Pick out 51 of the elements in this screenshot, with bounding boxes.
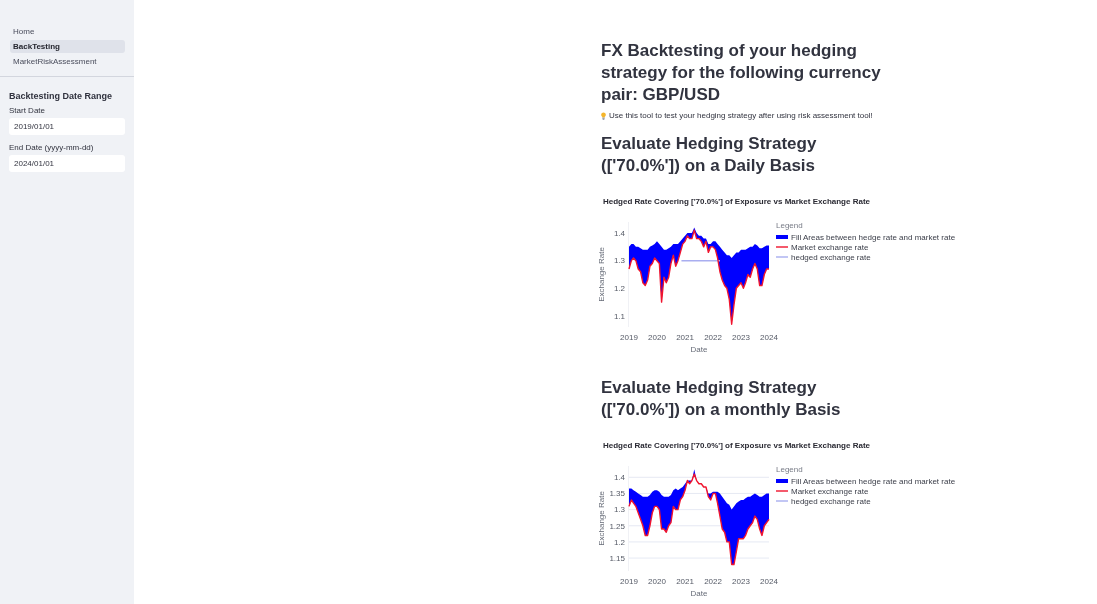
legend-title: Legend: [776, 465, 803, 474]
legend-swatch-icon: [776, 479, 788, 483]
x-tick-label: 2023: [732, 333, 750, 342]
chart-title: Hedged Rate Covering ['70.0%'] of Exposure vs Market Exchange Rate: [603, 441, 870, 450]
nav-link[interactable]: Home: [10, 25, 125, 38]
legend-label: Market exchange rate: [791, 486, 869, 496]
y-tick-label: 1.2: [613, 284, 625, 294]
y-tick-label: 1.2: [613, 537, 625, 547]
y-tick-label: 1.3: [613, 256, 625, 266]
x-tick-label: 2019: [620, 333, 638, 342]
date-field[interactable]: 2019/01/01: [9, 118, 125, 135]
y-tick-label: 1.25: [609, 521, 625, 531]
x-tick-label: 2024: [760, 577, 778, 586]
section-title: Backtesting Date Range: [9, 91, 114, 102]
y-tick-label: 1.4: [613, 473, 625, 483]
legend-label: hedged exchange rate: [791, 252, 871, 262]
field-label: End Date (yyyy-mm-dd): [9, 143, 95, 153]
y-tick-label: 1.35: [609, 489, 625, 499]
caption-text: Use this tool to test your hedging strategy after using risk assessment tool!: [609, 111, 873, 121]
y-tick-label: 1.15: [609, 553, 625, 563]
legend-label: Fill Areas between hedge rate and market rate: [791, 476, 956, 486]
x-tick-label: 2023: [732, 577, 750, 586]
chart-title: Hedged Rate Covering ['70.0%'] of Exposure vs Market Exchange Rate: [603, 197, 870, 206]
nav-link[interactable]: MarketRiskAssessment: [10, 55, 125, 68]
date-field[interactable]: 2024/01/01: [9, 155, 125, 172]
page-title: FX Backtesting of your hedging strategy for the following currency pair: GBP/USD: [601, 40, 882, 106]
y-axis-title: Exchange Rate: [597, 491, 606, 546]
legend-swatch-icon: [776, 235, 788, 239]
y-tick-label: 1.4: [613, 228, 625, 238]
y-tick-label: 1.1: [613, 311, 625, 321]
x-tick-label: 2022: [704, 577, 722, 586]
x-tick-label: 2021: [676, 577, 694, 586]
x-tick-label: 2022: [704, 333, 722, 342]
legend-label: Fill Areas between hedge rate and market rate: [791, 232, 956, 242]
x-tick-label: 2020: [648, 577, 666, 586]
x-tick-label: 2021: [676, 333, 694, 342]
legend-title: Legend: [776, 221, 803, 230]
legend-label: Market exchange rate: [791, 242, 869, 252]
x-tick-label: 2024: [760, 333, 778, 342]
x-tick-label: 2020: [648, 333, 666, 342]
nav-link[interactable]: BackTesting: [10, 40, 125, 53]
lightbulb-icon: [601, 112, 606, 120]
x-axis-title: Date: [690, 589, 708, 598]
y-axis-title: Exchange Rate: [597, 247, 606, 302]
section-heading: Evaluate Hedging Strategy (['70.0%']) on a monthly Basis: [601, 377, 842, 421]
x-tick-label: 2019: [620, 577, 638, 586]
field-label: Start Date: [9, 106, 46, 116]
section-heading: Evaluate Hedging Strategy (['70.0%']) on a Daily Basis: [601, 133, 818, 177]
x-axis-title: Date: [690, 345, 708, 354]
legend-label: hedged exchange rate: [791, 496, 871, 506]
y-tick-label: 1.3: [613, 505, 625, 515]
